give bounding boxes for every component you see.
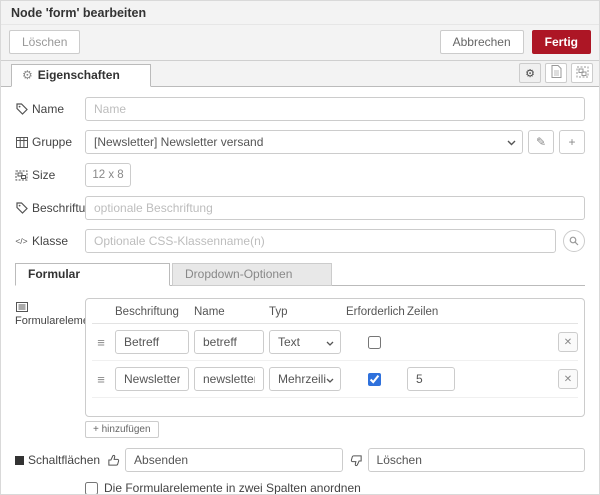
square-icon [15,455,24,465]
col-required: Erforderlich [346,306,405,318]
tab-properties-icon-button[interactable]: ⚙ [519,63,541,83]
caption-label: Beschriftung [15,201,99,215]
element-required-checkbox[interactable] [367,335,381,349]
appearance-icon [576,66,589,81]
class-input[interactable] [85,229,556,253]
col-type: Typ [269,306,288,318]
dialog-title: Node 'form' bearbeiten [1,1,599,25]
tag-icon [15,202,28,215]
group-select[interactable]: [Newsletter] Newsletter versand [85,130,523,154]
field-row-caption: Beschriftung [15,196,585,220]
field-row-name: Name [15,97,585,121]
done-button[interactable]: Fertig [531,30,591,54]
name-input[interactable] [85,97,585,121]
name-label: Name [15,102,85,116]
field-row-size: Size 12 x 8 [15,163,585,187]
element-type-select[interactable]: Text [269,330,341,354]
col-label: Beschriftung [115,306,179,318]
group-add-button[interactable]: + [559,130,585,154]
pencil-icon: ✎ [535,135,547,149]
gear-icon: ⚙ [525,67,535,80]
thumbs-up-icon [107,454,120,467]
element-type-select[interactable]: Mehrzeilig [269,367,341,391]
buttons-field-row: Schaltflächen [15,448,586,472]
form-element-row: ≡ Mehrzeilig ✕ [92,361,578,398]
object-group-icon [15,169,28,182]
group-label: Gruppe [15,135,85,149]
drag-handle-icon[interactable]: ≡ [92,335,110,350]
class-label: </> Klasse [15,234,69,248]
caption-input[interactable] [85,196,585,220]
col-rows: Zeilen [407,306,439,318]
document-icon [551,65,562,81]
buttons-field-label: Schaltflächen [15,453,100,467]
field-row-group: Gruppe [Newsletter] Newsletter versand ✎… [15,130,585,154]
dialog-button-bar: Löschen Abbrechen Fertig [1,25,599,61]
editor-tabbar: ⚙ Eigenschaften ⚙ [1,61,599,87]
element-rows-input[interactable] [407,367,455,391]
x-icon: ✕ [563,336,573,348]
chevron-down-icon [507,135,516,149]
col-name: Name [194,306,225,318]
drag-handle-icon[interactable]: ≡ [92,372,110,387]
gear-icon: ⚙ [22,68,33,82]
code-icon: </> [15,236,28,246]
cancel-button[interactable]: Abbrechen [439,30,524,54]
tab-appearance-button[interactable] [571,63,593,83]
x-icon: ✕ [563,373,573,385]
element-required-checkbox[interactable] [367,372,381,386]
subtab-dropdown-options[interactable]: Dropdown-Optionen [172,263,332,286]
submit-button-text-input[interactable] [125,448,343,472]
chevron-down-icon [326,335,334,349]
plus-icon: + [568,135,576,149]
chevron-down-icon [326,372,334,386]
group-edit-button[interactable]: ✎ [528,130,554,154]
element-label-input[interactable] [115,367,189,391]
two-columns-option: Die Formularelemente in zwei Spalten ano… [85,481,585,494]
field-row-class: </> Klasse [15,229,585,253]
element-name-input[interactable] [194,330,264,354]
element-name-input[interactable] [194,367,264,391]
cancel-button-text-input[interactable] [367,448,586,472]
class-picker-button[interactable] [563,230,585,252]
size-button[interactable]: 12 x 8 [85,163,131,187]
list-alt-icon [15,300,28,313]
subtab-form[interactable]: Formular [15,263,170,286]
tab-properties[interactable]: ⚙ Eigenschaften [11,64,151,87]
remove-row-button[interactable]: ✕ [558,332,578,352]
group-select-value: [Newsletter] Newsletter versand [94,135,264,149]
tab-description-button[interactable] [545,63,567,83]
remove-row-button[interactable]: ✕ [558,369,578,389]
form-elements-label: Formularelemente [15,298,104,327]
thumbs-down-icon [350,454,363,467]
size-label: Size [15,168,85,182]
table-icon [15,136,28,149]
form-elements-header: Beschriftung Name Typ Erforderlich Zeile… [92,303,578,324]
form-elements-section: Formularelemente Beschriftung Name Typ E… [15,298,585,417]
add-element-button[interactable]: + hinzufügen [85,421,159,438]
element-label-input[interactable] [115,330,189,354]
two-columns-checkbox[interactable] [85,481,98,494]
form-element-row: ≡ Text ✕ [92,324,578,361]
config-subtabs: Formular Dropdown-Optionen [15,262,585,286]
form-elements-panel: Beschriftung Name Typ Erforderlich Zeile… [85,298,585,417]
tab-properties-label: Eigenschaften [37,68,120,82]
tag-icon [15,103,28,116]
edit-node-dialog: Node 'form' bearbeiten Löschen Abbrechen… [0,0,600,495]
delete-node-button[interactable]: Löschen [9,30,81,54]
search-icon [569,234,579,249]
properties-panel: Name Gruppe [Newsletter] Newsletter vers… [1,87,599,494]
